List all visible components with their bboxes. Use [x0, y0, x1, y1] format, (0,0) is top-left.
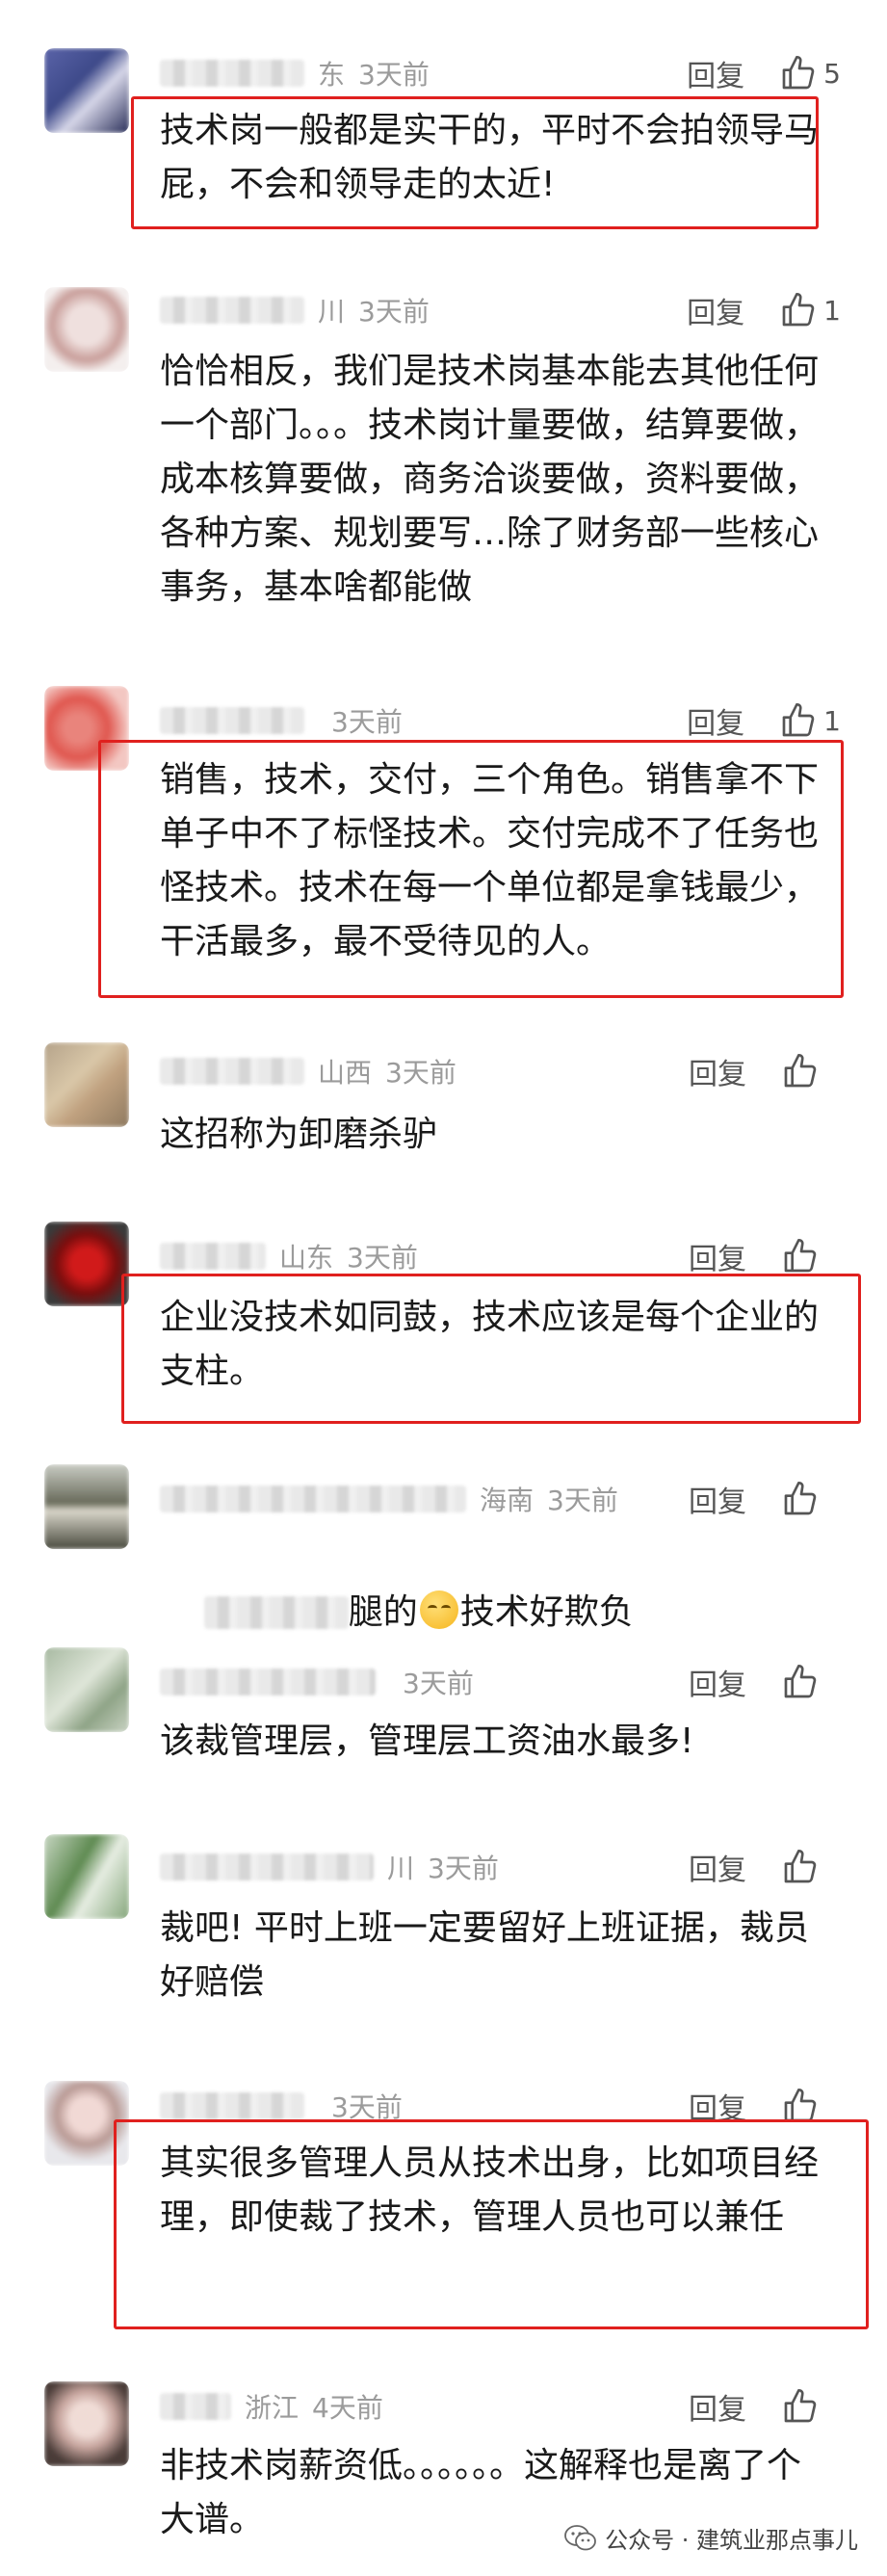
comment-region: 川: [318, 296, 346, 328]
comment-region: 川: [387, 1853, 415, 1884]
watermark-text: 公众号 · 建筑业那点事儿: [605, 2527, 858, 2554]
avatar[interactable]: [44, 1222, 129, 1306]
highlight-box: [131, 96, 819, 229]
username-blurred[interactable]: [160, 60, 304, 87]
reply-button[interactable]: 回复: [689, 2385, 746, 2428]
like-count: 1: [823, 704, 841, 737]
comment-time: 3天前: [331, 706, 403, 738]
avatar[interactable]: [44, 2381, 129, 2466]
comment-region: 浙江: [245, 2392, 300, 2424]
username-blurred[interactable]: [160, 1853, 374, 1880]
avatar[interactable]: [44, 1834, 129, 1919]
thumbs-up-icon: [784, 2389, 817, 2423]
wechat-icon: [564, 2524, 597, 2550]
comment-text-part: 腿的: [348, 1592, 418, 1632]
like-button[interactable]: [781, 1237, 841, 1275]
comment-region: 山东: [279, 1242, 334, 1274]
highlight-box: [114, 2119, 869, 2329]
reply-button[interactable]: 回复: [687, 52, 744, 94]
thumbs-up-icon: [784, 1850, 817, 1883]
comment-text: 该裁管理层，管理层工资油水最多!: [160, 1722, 694, 1761]
comment-region: 海南: [480, 1485, 535, 1516]
comment-time: 3天前: [385, 1057, 457, 1089]
username-blurred[interactable]: [160, 1243, 266, 1270]
reply-button[interactable]: 回复: [689, 1661, 746, 1703]
reply-button[interactable]: 回复: [687, 699, 744, 742]
avatar[interactable]: [44, 48, 129, 133]
thumbs-up-icon: [784, 1054, 817, 1088]
username-blurred[interactable]: [160, 2393, 231, 2420]
watermark: 公众号 · 建筑业那点事儿: [564, 2521, 858, 2555]
thumbs-up-icon: [784, 1665, 817, 1698]
reply-button[interactable]: 回复: [687, 289, 744, 331]
mention-blurred: [203, 1596, 349, 1629]
avatar[interactable]: [44, 287, 129, 372]
like-button[interactable]: [781, 1480, 841, 1518]
like-count: 5: [823, 57, 841, 90]
comment-region: 山西: [318, 1057, 373, 1089]
reply-button[interactable]: 回复: [689, 1846, 746, 1888]
username-blurred[interactable]: [160, 1485, 466, 1512]
like-button[interactable]: 1: [779, 291, 841, 329]
thumbs-up-icon: [782, 703, 815, 737]
comment-time: 3天前: [547, 1485, 618, 1516]
reply-button[interactable]: 回复: [689, 1478, 746, 1520]
like-button[interactable]: [781, 1052, 841, 1091]
comment-text: 这招称为卸磨杀驴: [160, 1115, 438, 1154]
like-button[interactable]: 1: [779, 701, 841, 740]
username-blurred[interactable]: [160, 1058, 304, 1085]
thumbs-up-icon: [782, 293, 815, 327]
comment-text-part: 技术好欺负: [459, 1592, 634, 1632]
comment-text: 恰恰相反，我们是技术岗基本能去其他任何一个部门。。。技术岗计量要做，结算要做，成…: [160, 352, 820, 607]
avatar[interactable]: [44, 1464, 129, 1549]
comment-time: 3天前: [358, 296, 430, 328]
comment-time: 4天前: [312, 2392, 383, 2424]
reply-button[interactable]: 回复: [689, 1235, 746, 1277]
comment-time: 3天前: [428, 1853, 499, 1884]
comment-time: 3天前: [347, 1242, 418, 1274]
avatar[interactable]: [44, 1647, 129, 1732]
reply-button[interactable]: 回复: [689, 1050, 746, 1092]
username-blurred[interactable]: [160, 1669, 376, 1695]
username-blurred[interactable]: [160, 2092, 304, 2119]
like-button[interactable]: [781, 1663, 841, 1701]
like-button[interactable]: [781, 1848, 841, 1886]
username-blurred[interactable]: [160, 707, 304, 734]
like-count: 1: [823, 294, 841, 327]
comment-text: 裁吧! 平时上班一定要留好上班证据，裁员好赔偿: [160, 1908, 809, 2002]
thumbs-up-icon: [784, 1482, 817, 1515]
comment-time: 3天前: [403, 1668, 474, 1699]
avatar[interactable]: [44, 1042, 129, 1127]
username-blurred[interactable]: [160, 297, 304, 324]
smirk-emoji-icon: [419, 1590, 458, 1629]
thumbs-up-icon: [782, 56, 815, 90]
highlight-box: [98, 740, 844, 998]
comment-region: 东: [318, 59, 346, 91]
highlight-box: [121, 1274, 861, 1424]
comment-time: 3天前: [358, 59, 430, 91]
thumbs-up-icon: [784, 1239, 817, 1273]
like-button[interactable]: [781, 2387, 841, 2426]
like-button[interactable]: 5: [779, 54, 841, 92]
